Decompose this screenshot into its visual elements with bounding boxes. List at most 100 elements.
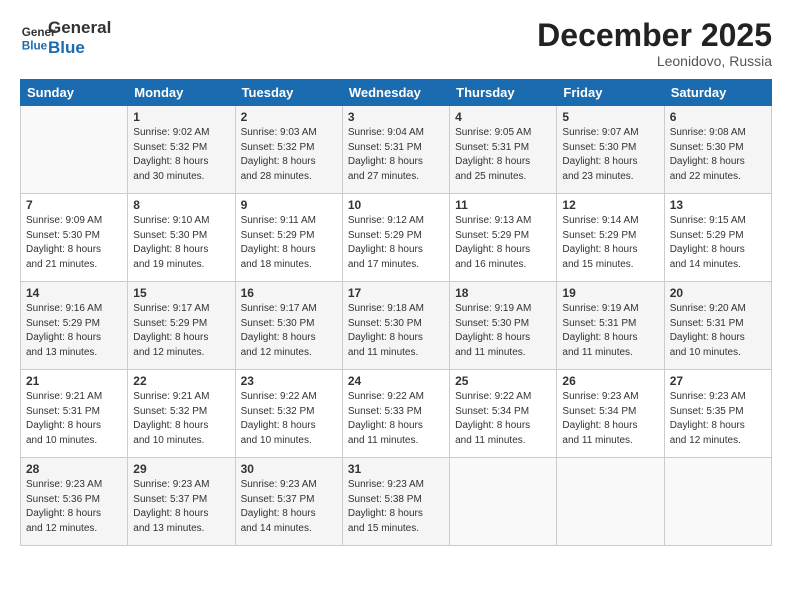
calendar-cell: 3 Sunrise: 9:04 AM Sunset: 5:31 PM Daylig… [342, 106, 449, 194]
calendar-cell: 11 Sunrise: 9:13 AM Sunset: 5:29 PM Dayli… [450, 194, 557, 282]
calendar-cell [557, 458, 664, 546]
calendar-cell: 31 Sunrise: 9:23 AM Sunset: 5:38 PM Dayli… [342, 458, 449, 546]
calendar-cell: 24 Sunrise: 9:22 AM Sunset: 5:33 PM Dayli… [342, 370, 449, 458]
day-info: Sunrise: 9:23 AM Sunset: 5:34 PM Dayligh… [562, 390, 658, 448]
calendar-cell: 7 Sunrise: 9:09 AM Sunset: 5:30 PM Daylig… [21, 194, 128, 282]
day-number: 9 [241, 198, 337, 212]
calendar-cell [664, 458, 771, 546]
day-number: 29 [133, 462, 229, 476]
day-number: 12 [562, 198, 658, 212]
calendar-cell: 13 Sunrise: 9:15 AM Sunset: 5:29 PM Dayli… [664, 194, 771, 282]
weekday-header-saturday: Saturday [664, 80, 771, 106]
day-info: Sunrise: 9:15 AM Sunset: 5:29 PM Dayligh… [670, 214, 766, 272]
day-number: 20 [670, 286, 766, 300]
day-number: 10 [348, 198, 444, 212]
calendar-cell: 16 Sunrise: 9:17 AM Sunset: 5:30 PM Dayli… [235, 282, 342, 370]
day-info: Sunrise: 9:23 AM Sunset: 5:35 PM Dayligh… [670, 390, 766, 448]
logo-general: General [48, 18, 111, 38]
calendar-cell: 12 Sunrise: 9:14 AM Sunset: 5:29 PM Dayli… [557, 194, 664, 282]
day-info: Sunrise: 9:21 AM Sunset: 5:32 PM Dayligh… [133, 390, 229, 448]
day-number: 7 [26, 198, 122, 212]
day-number: 30 [241, 462, 337, 476]
day-number: 16 [241, 286, 337, 300]
calendar-cell: 23 Sunrise: 9:22 AM Sunset: 5:32 PM Dayli… [235, 370, 342, 458]
day-number: 15 [133, 286, 229, 300]
day-info: Sunrise: 9:22 AM Sunset: 5:32 PM Dayligh… [241, 390, 337, 448]
day-number: 27 [670, 374, 766, 388]
day-number: 3 [348, 110, 444, 124]
calendar-cell: 25Sunrise: 9:22 AM Sunset: 5:34 PM Dayli… [450, 370, 557, 458]
day-info: Sunrise: 9:11 AM Sunset: 5:29 PM Dayligh… [241, 214, 337, 272]
weekday-header-friday: Friday [557, 80, 664, 106]
title-block: December 2025 Leonidovo, Russia [537, 18, 772, 69]
day-info: Sunrise: 9:19 AM Sunset: 5:31 PM Dayligh… [562, 302, 658, 360]
week-row-5: 28Sunrise: 9:23 AM Sunset: 5:36 PM Dayli… [21, 458, 772, 546]
day-number: 8 [133, 198, 229, 212]
day-info: Sunrise: 9:19 AM Sunset: 5:30 PM Dayligh… [455, 302, 551, 360]
weekday-header-monday: Monday [128, 80, 235, 106]
calendar-cell: 17Sunrise: 9:18 AM Sunset: 5:30 PM Dayli… [342, 282, 449, 370]
svg-text:Blue: Blue [22, 39, 48, 52]
calendar-cell: 4 Sunrise: 9:05 AM Sunset: 5:31 PM Daylig… [450, 106, 557, 194]
day-info: Sunrise: 9:23 AM Sunset: 5:38 PM Dayligh… [348, 478, 444, 536]
calendar-cell: 18Sunrise: 9:19 AM Sunset: 5:30 PM Dayli… [450, 282, 557, 370]
page: General Blue General Blue December 2025 … [0, 0, 792, 612]
day-info: Sunrise: 9:10 AM Sunset: 5:30 PM Dayligh… [133, 214, 229, 272]
day-info: Sunrise: 9:07 AM Sunset: 5:30 PM Dayligh… [562, 126, 658, 184]
calendar-cell: 21Sunrise: 9:21 AM Sunset: 5:31 PM Dayli… [21, 370, 128, 458]
calendar-cell: 5 Sunrise: 9:07 AM Sunset: 5:30 PM Daylig… [557, 106, 664, 194]
day-info: Sunrise: 9:22 AM Sunset: 5:33 PM Dayligh… [348, 390, 444, 448]
calendar-cell: 14 Sunrise: 9:16 AM Sunset: 5:29 PM Dayli… [21, 282, 128, 370]
day-number: 31 [348, 462, 444, 476]
day-info: Sunrise: 9:17 AM Sunset: 5:29 PM Dayligh… [133, 302, 229, 360]
month-title: December 2025 [537, 18, 772, 53]
week-row-4: 21Sunrise: 9:21 AM Sunset: 5:31 PM Dayli… [21, 370, 772, 458]
weekday-header-sunday: Sunday [21, 80, 128, 106]
day-number: 1 [133, 110, 229, 124]
day-info: Sunrise: 9:18 AM Sunset: 5:30 PM Dayligh… [348, 302, 444, 360]
day-info: Sunrise: 9:08 AM Sunset: 5:30 PM Dayligh… [670, 126, 766, 184]
day-info: Sunrise: 9:09 AM Sunset: 5:30 PM Dayligh… [26, 214, 122, 272]
day-number: 11 [455, 198, 551, 212]
calendar-cell: 30 Sunrise: 9:23 AM Sunset: 5:37 PM Dayli… [235, 458, 342, 546]
day-info: Sunrise: 9:16 AM Sunset: 5:29 PM Dayligh… [26, 302, 122, 360]
week-row-2: 7 Sunrise: 9:09 AM Sunset: 5:30 PM Daylig… [21, 194, 772, 282]
day-number: 23 [241, 374, 337, 388]
day-info: Sunrise: 9:14 AM Sunset: 5:29 PM Dayligh… [562, 214, 658, 272]
day-number: 25 [455, 374, 551, 388]
day-number: 24 [348, 374, 444, 388]
day-info: Sunrise: 9:04 AM Sunset: 5:31 PM Dayligh… [348, 126, 444, 184]
calendar-cell: 19 Sunrise: 9:19 AM Sunset: 5:31 PM Dayli… [557, 282, 664, 370]
day-number: 19 [562, 286, 658, 300]
day-info: Sunrise: 9:05 AM Sunset: 5:31 PM Dayligh… [455, 126, 551, 184]
weekday-header-thursday: Thursday [450, 80, 557, 106]
header: General Blue General Blue December 2025 … [20, 18, 772, 69]
calendar-cell: 26Sunrise: 9:23 AM Sunset: 5:34 PM Dayli… [557, 370, 664, 458]
day-info: Sunrise: 9:13 AM Sunset: 5:29 PM Dayligh… [455, 214, 551, 272]
calendar-table: SundayMondayTuesdayWednesdayThursdayFrid… [20, 79, 772, 546]
day-number: 14 [26, 286, 122, 300]
day-number: 22 [133, 374, 229, 388]
day-info: Sunrise: 9:23 AM Sunset: 5:37 PM Dayligh… [241, 478, 337, 536]
location: Leonidovo, Russia [537, 53, 772, 69]
calendar-cell: 9 Sunrise: 9:11 AM Sunset: 5:29 PM Daylig… [235, 194, 342, 282]
calendar-cell: 22 Sunrise: 9:21 AM Sunset: 5:32 PM Dayli… [128, 370, 235, 458]
week-row-3: 14 Sunrise: 9:16 AM Sunset: 5:29 PM Dayli… [21, 282, 772, 370]
day-info: Sunrise: 9:20 AM Sunset: 5:31 PM Dayligh… [670, 302, 766, 360]
calendar-cell: 28Sunrise: 9:23 AM Sunset: 5:36 PM Dayli… [21, 458, 128, 546]
calendar-cell: 29 Sunrise: 9:23 AM Sunset: 5:37 PM Dayli… [128, 458, 235, 546]
calendar-cell: 8 Sunrise: 9:10 AM Sunset: 5:30 PM Daylig… [128, 194, 235, 282]
week-row-1: 1Sunrise: 9:02 AM Sunset: 5:32 PM Daylig… [21, 106, 772, 194]
logo: General Blue General Blue [20, 18, 111, 57]
day-info: Sunrise: 9:23 AM Sunset: 5:37 PM Dayligh… [133, 478, 229, 536]
calendar-cell: 15 Sunrise: 9:17 AM Sunset: 5:29 PM Dayli… [128, 282, 235, 370]
weekday-header-row: SundayMondayTuesdayWednesdayThursdayFrid… [21, 80, 772, 106]
calendar-cell [450, 458, 557, 546]
day-info: Sunrise: 9:03 AM Sunset: 5:32 PM Dayligh… [241, 126, 337, 184]
day-number: 2 [241, 110, 337, 124]
day-number: 5 [562, 110, 658, 124]
day-info: Sunrise: 9:17 AM Sunset: 5:30 PM Dayligh… [241, 302, 337, 360]
day-number: 4 [455, 110, 551, 124]
day-number: 13 [670, 198, 766, 212]
calendar-cell: 1Sunrise: 9:02 AM Sunset: 5:32 PM Daylig… [128, 106, 235, 194]
